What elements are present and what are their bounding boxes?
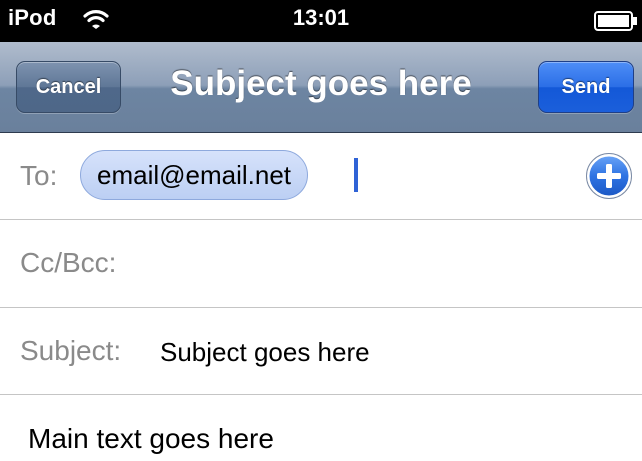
cc-bcc-label: Cc/Bcc: [20, 247, 117, 278]
subject-label: Subject: [20, 335, 122, 366]
subject-field[interactable]: Subject: Subject goes here [0, 308, 642, 395]
battery-icon [594, 11, 638, 36]
to-field[interactable]: To: email@email.net [0, 133, 642, 220]
message-body-text[interactable]: Main text goes here [28, 423, 274, 455]
cc-bcc-field[interactable]: Cc/Bcc: [0, 220, 642, 308]
recipient-chip[interactable]: email@email.net [80, 150, 309, 200]
add-contact-icon[interactable] [586, 153, 632, 204]
text-cursor [354, 158, 358, 192]
navigation-bar: Cancel Subject goes here Send [0, 42, 642, 133]
status-bar: iPod 13:01 [0, 0, 642, 42]
message-body[interactable]: Main text goes here [0, 395, 642, 461]
subject-value[interactable]: Subject goes here [160, 337, 370, 368]
status-time: 13:01 [292, 5, 350, 30]
to-label: To: [20, 160, 58, 191]
send-button[interactable]: Send [538, 61, 634, 113]
